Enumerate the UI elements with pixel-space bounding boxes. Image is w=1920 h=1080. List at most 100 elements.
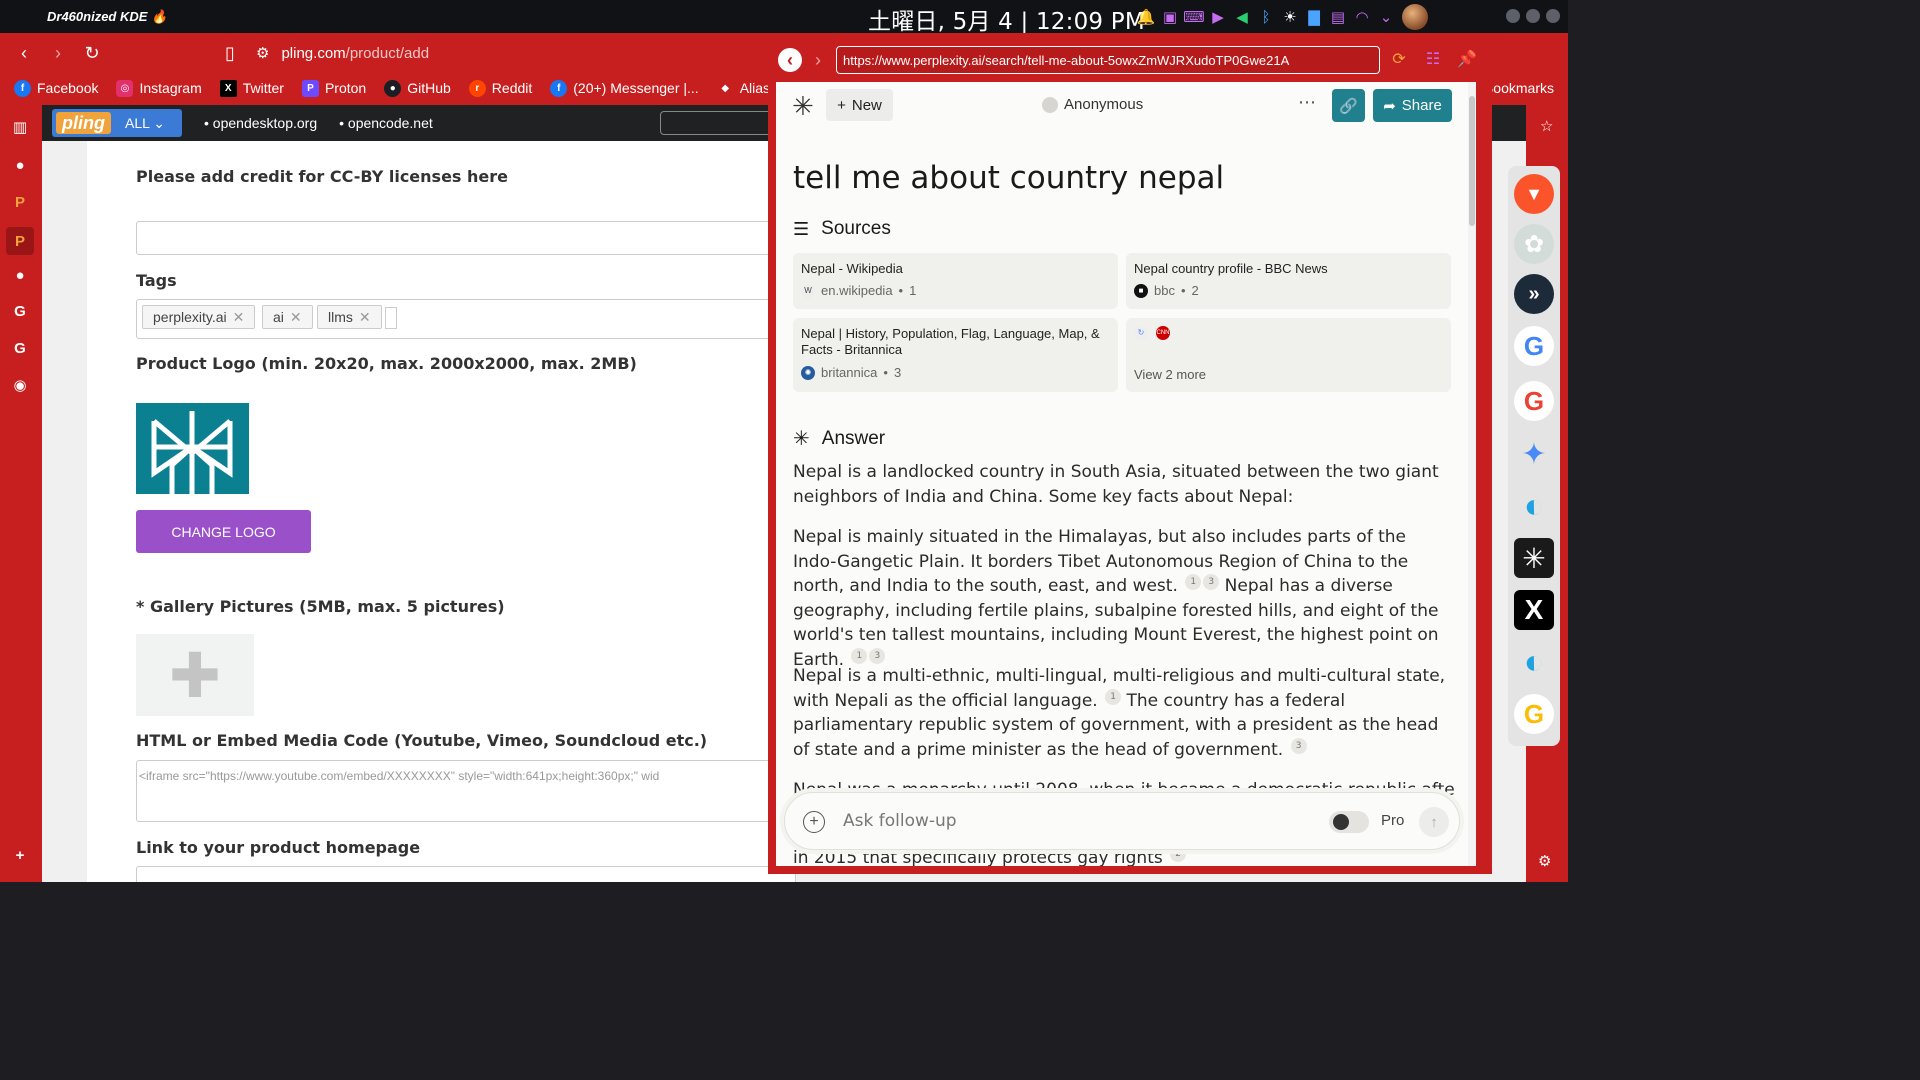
citation-badge[interactable]: 3 <box>869 647 886 664</box>
perplexity-url-bar[interactable]: https://www.perplexity.ai/search/tell-me… <box>836 46 1380 74</box>
calendar-icon[interactable]: ▣ <box>1160 6 1180 28</box>
source-card[interactable]: Nepal | History, Population, Flag, Langu… <box>793 318 1118 392</box>
citation-badge[interactable]: 1 <box>1185 574 1202 591</box>
tag-chip[interactable]: llms ✕ <box>317 305 382 329</box>
attach-icon[interactable]: + <box>803 811 825 833</box>
change-logo-button[interactable]: CHANGE LOGO <box>136 510 311 553</box>
credit-input[interactable] <box>136 221 796 255</box>
new-thread-button[interactable]: + New <box>826 89 893 121</box>
google-icon[interactable]: G <box>10 301 30 321</box>
bookmark-instagram[interactable]: ◎ Instagram <box>116 79 202 97</box>
keyboard-icon[interactable]: ⌨ <box>1183 6 1205 28</box>
google-icon[interactable]: G <box>10 338 30 358</box>
x-icon[interactable]: X <box>1514 590 1554 630</box>
send-icon[interactable]: ↑ <box>1419 807 1449 837</box>
back-icon[interactable]: ‹ <box>778 48 802 72</box>
perplexity-logo-icon[interactable]: ✳ <box>792 91 814 122</box>
scrollbar-thumb[interactable] <box>1469 96 1475 226</box>
bell-icon[interactable]: 🔔 <box>1136 6 1156 28</box>
google-icon[interactable]: G <box>1514 326 1554 366</box>
bookmark-reddit[interactable]: r Reddit <box>468 79 532 97</box>
bluetooth-icon[interactable]: ᛒ <box>1256 6 1276 28</box>
forward-icon[interactable]: › <box>806 48 830 72</box>
pling-brand[interactable]: pling ALL ⌄ <box>52 109 182 137</box>
refresh-icon[interactable]: ⟳ <box>1388 48 1410 70</box>
window-dot-icon[interactable] <box>1506 9 1520 23</box>
clipboard-icon[interactable]: ▤ <box>1328 6 1348 28</box>
view-more-card[interactable]: ↻ CNN View 2 more <box>1126 318 1451 392</box>
tag-chip[interactable]: ai ✕ <box>262 305 313 329</box>
embed-input[interactable]: <iframe src="https://www.youtube.com/emb… <box>136 760 796 822</box>
more-options-icon[interactable]: ⋯ <box>1298 92 1316 113</box>
reload-icon[interactable]: ↻ <box>80 41 104 65</box>
tag-entry[interactable] <box>385 307 397 329</box>
devin-icon[interactable]: » <box>1514 274 1554 314</box>
settings-icon[interactable]: ⚙ <box>1538 852 1551 870</box>
homepage-input[interactable] <box>136 866 796 882</box>
chatgpt-icon[interactable]: ✿ <box>1514 224 1554 264</box>
url-bar[interactable]: ⚙ pling.com /product/add <box>256 39 776 67</box>
pin-icon[interactable]: 📌 <box>1456 48 1478 70</box>
sidebar-toggle-icon[interactable]: ▥ <box>10 117 30 137</box>
pling-icon[interactable]: P <box>10 192 30 212</box>
github-icon[interactable]: ● <box>10 155 30 175</box>
user-avatar[interactable] <box>1402 4 1428 30</box>
pling-active-icon[interactable]: P <box>6 227 34 255</box>
remove-tag-icon[interactable]: ✕ <box>359 309 371 326</box>
perplexity-icon[interactable]: ✳ <box>1514 538 1554 578</box>
source-card[interactable]: Nepal - Wikipedia Wen.wikipedia • 1 <box>793 253 1118 309</box>
url-path: /product/add <box>345 44 430 62</box>
clock[interactable]: 土曜日, 5月 4 | 12:09 PM <box>868 2 1145 36</box>
bookmark-twitter[interactable]: X Twitter <box>219 79 284 97</box>
tags-input[interactable]: perplexity.ai ✕ ai ✕ llms ✕ <box>136 299 796 339</box>
google-icon[interactable]: G <box>1514 694 1554 734</box>
citation-badge[interactable]: 1 <box>851 647 868 664</box>
x-icon: X <box>219 79 237 97</box>
brightness-icon[interactable]: ☀ <box>1280 6 1300 28</box>
edge-icon[interactable]: ◐ <box>1514 486 1554 526</box>
share-button[interactable]: ➦ Share <box>1373 89 1452 122</box>
copy-link-button[interactable]: 🔗 <box>1332 89 1365 122</box>
bookmark-proton[interactable]: P Proton <box>301 79 366 97</box>
scrollbar[interactable] <box>1468 82 1476 866</box>
header-link[interactable]: • opencode.net <box>339 115 433 131</box>
github-icon[interactable]: ● <box>10 265 30 285</box>
gemini-icon[interactable]: ✦ <box>1514 434 1554 474</box>
link-label: opencode.net <box>347 115 433 131</box>
site-settings-icon[interactable]: ⚙ <box>256 44 269 62</box>
remove-tag-icon[interactable]: ✕ <box>233 309 245 326</box>
volume-icon[interactable]: ◀ <box>1232 6 1252 28</box>
wifi-icon[interactable]: ◠ <box>1352 6 1372 28</box>
bookmark-messenger[interactable]: f (20+) Messenger |... <box>550 79 699 97</box>
pro-toggle[interactable] <box>1329 811 1369 833</box>
citation-badge[interactable]: 1 <box>1105 688 1122 705</box>
forward-icon[interactable]: › <box>46 41 70 65</box>
tag-chip[interactable]: perplexity.ai ✕ <box>142 305 256 329</box>
window-dot-icon[interactable] <box>1546 9 1560 23</box>
toggles-icon[interactable]: ☷ <box>1422 48 1444 70</box>
chevron-down-icon[interactable]: ⌄ <box>1376 6 1396 28</box>
bookmarks-menu[interactable]: Bookmarks <box>1484 80 1554 96</box>
google-icon[interactable]: G <box>1514 381 1554 421</box>
citation-badge[interactable]: 3 <box>1203 574 1220 591</box>
followup-input[interactable] <box>843 809 1283 833</box>
star-icon[interactable]: ☆ <box>1540 117 1553 135</box>
back-icon[interactable]: ‹ <box>12 41 36 65</box>
bookmark-github[interactable]: ● GitHub <box>384 79 451 97</box>
user-label[interactable]: Anonymous <box>1042 96 1143 113</box>
remove-tag-icon[interactable]: ✕ <box>290 309 302 326</box>
media-play-icon[interactable]: ▶ <box>1208 6 1228 28</box>
bookmark-icon[interactable]: ▯ <box>218 41 242 65</box>
extension-icon[interactable]: ◉ <box>10 375 30 395</box>
bookmark-facebook[interactable]: f Facebook <box>14 79 98 97</box>
scope-selector[interactable]: ALL ⌄ <box>125 115 165 132</box>
brave-icon[interactable]: ▼ <box>1514 174 1554 214</box>
citation-badge[interactable]: 3 <box>1290 737 1307 754</box>
source-card[interactable]: Nepal country profile - BBC News ■ bbc • 2 <box>1126 253 1451 309</box>
add-picture-icon[interactable]: ✚ <box>136 634 254 716</box>
header-link[interactable]: • opendesktop.org <box>204 115 317 131</box>
add-icon[interactable]: + <box>10 845 30 865</box>
folder-icon[interactable]: ▇ <box>1304 6 1324 28</box>
window-dot-icon[interactable] <box>1526 9 1540 23</box>
edge-icon[interactable]: ◐ <box>1514 642 1554 682</box>
